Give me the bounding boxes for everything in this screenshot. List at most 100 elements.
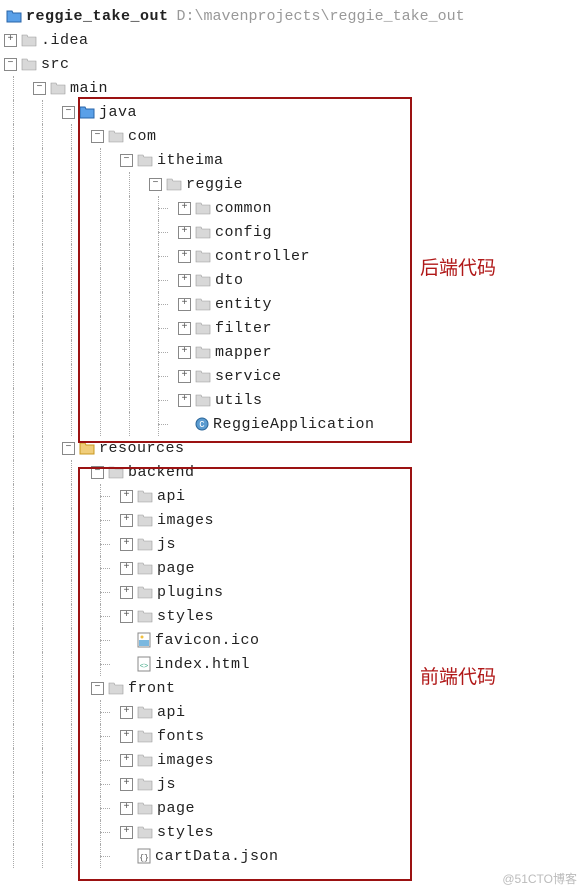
tree-row-root[interactable]: reggie_take_out D:\mavenprojects\reggie_… bbox=[4, 4, 585, 28]
collapse-toggle[interactable]: − bbox=[33, 82, 46, 95]
folder-icon bbox=[137, 753, 153, 767]
tree-row-java[interactable]: − java bbox=[4, 100, 585, 124]
tree-row-cartdata[interactable]: cartData.json bbox=[4, 844, 585, 868]
expand-toggle[interactable]: + bbox=[178, 250, 191, 263]
folder-icon bbox=[79, 441, 95, 455]
folder-icon bbox=[6, 9, 22, 23]
tree-row-filter[interactable]: + filter bbox=[4, 316, 585, 340]
node-label: utils bbox=[215, 392, 263, 409]
expand-toggle[interactable]: + bbox=[178, 370, 191, 383]
expand-toggle[interactable]: + bbox=[178, 226, 191, 239]
tree-row-js[interactable]: + js bbox=[4, 532, 585, 556]
json-file-icon bbox=[137, 848, 151, 864]
expand-toggle[interactable]: + bbox=[120, 802, 133, 815]
node-label: images bbox=[157, 512, 214, 529]
node-label: page bbox=[157, 560, 195, 577]
expand-toggle[interactable]: + bbox=[120, 562, 133, 575]
collapse-toggle[interactable]: − bbox=[4, 58, 17, 71]
node-label: index.html bbox=[155, 656, 250, 673]
tree-row-idea[interactable]: + .idea bbox=[4, 28, 585, 52]
expand-toggle[interactable]: + bbox=[120, 610, 133, 623]
expand-toggle[interactable]: + bbox=[120, 730, 133, 743]
folder-icon bbox=[137, 537, 153, 551]
collapse-toggle[interactable]: − bbox=[62, 106, 75, 119]
tree-row-styles[interactable]: + styles bbox=[4, 604, 585, 628]
expand-toggle[interactable]: + bbox=[178, 394, 191, 407]
tree-row-favicon[interactable]: favicon.ico bbox=[4, 628, 585, 652]
expand-toggle[interactable]: + bbox=[120, 514, 133, 527]
tree-row-page[interactable]: + page bbox=[4, 556, 585, 580]
tree-row-mapper[interactable]: + mapper bbox=[4, 340, 585, 364]
tree-row-reggie[interactable]: − reggie bbox=[4, 172, 585, 196]
tree-row-backend[interactable]: − backend bbox=[4, 460, 585, 484]
tree-row-front[interactable]: − front bbox=[4, 676, 585, 700]
tree-row-images[interactable]: + images bbox=[4, 508, 585, 532]
expand-toggle[interactable]: + bbox=[120, 490, 133, 503]
tree-row-src[interactable]: − src bbox=[4, 52, 585, 76]
tree-row-controller[interactable]: + controller bbox=[4, 244, 585, 268]
tree-row-com[interactable]: − com bbox=[4, 124, 585, 148]
expand-toggle[interactable]: + bbox=[120, 586, 133, 599]
tree-row-styles2[interactable]: + styles bbox=[4, 820, 585, 844]
folder-icon bbox=[137, 825, 153, 839]
folder-icon bbox=[137, 513, 153, 527]
expand-toggle[interactable]: + bbox=[120, 778, 133, 791]
tree-row-images2[interactable]: + images bbox=[4, 748, 585, 772]
annotation-frontend: 前端代码 bbox=[420, 662, 496, 689]
collapse-toggle[interactable]: − bbox=[91, 466, 104, 479]
class-icon bbox=[195, 416, 209, 432]
collapse-toggle[interactable]: − bbox=[91, 682, 104, 695]
annotation-backend: 后端代码 bbox=[420, 253, 496, 280]
html-file-icon bbox=[137, 656, 151, 672]
expand-toggle[interactable]: + bbox=[178, 202, 191, 215]
expand-toggle[interactable]: + bbox=[178, 346, 191, 359]
tree-row-fonts[interactable]: + fonts bbox=[4, 724, 585, 748]
node-label: java bbox=[99, 104, 137, 121]
folder-icon bbox=[195, 345, 211, 359]
collapse-toggle[interactable]: − bbox=[120, 154, 133, 167]
expand-toggle[interactable]: + bbox=[178, 298, 191, 311]
tree-row-service[interactable]: + service bbox=[4, 364, 585, 388]
collapse-toggle[interactable]: − bbox=[62, 442, 75, 455]
tree-row-indexhtml[interactable]: index.html bbox=[4, 652, 585, 676]
tree-row-plugins[interactable]: + plugins bbox=[4, 580, 585, 604]
expand-toggle[interactable]: + bbox=[4, 34, 17, 47]
tree-row-dto[interactable]: + dto bbox=[4, 268, 585, 292]
collapse-toggle[interactable]: − bbox=[149, 178, 162, 191]
tree-row-itheima[interactable]: − itheima bbox=[4, 148, 585, 172]
image-file-icon bbox=[137, 632, 151, 648]
tree-row-resources[interactable]: − resources bbox=[4, 436, 585, 460]
tree-row-config[interactable]: + config bbox=[4, 220, 585, 244]
folder-icon bbox=[21, 33, 37, 47]
collapse-toggle[interactable]: − bbox=[91, 130, 104, 143]
expand-toggle[interactable]: + bbox=[120, 538, 133, 551]
node-label: main bbox=[70, 80, 108, 97]
folder-icon bbox=[108, 129, 124, 143]
tree-row-common[interactable]: + common bbox=[4, 196, 585, 220]
expand-toggle[interactable]: + bbox=[178, 322, 191, 335]
folder-icon bbox=[137, 561, 153, 575]
node-label: common bbox=[215, 200, 272, 217]
folder-icon bbox=[79, 105, 95, 119]
expand-toggle[interactable]: + bbox=[178, 274, 191, 287]
node-label: js bbox=[157, 536, 176, 553]
folder-icon bbox=[195, 369, 211, 383]
node-label: mapper bbox=[215, 344, 272, 361]
folder-icon bbox=[195, 297, 211, 311]
node-label: fonts bbox=[157, 728, 205, 745]
tree-row-page2[interactable]: + page bbox=[4, 796, 585, 820]
folder-icon bbox=[137, 585, 153, 599]
tree-row-entity[interactable]: + entity bbox=[4, 292, 585, 316]
tree-row-js2[interactable]: + js bbox=[4, 772, 585, 796]
tree-row-api[interactable]: + api bbox=[4, 484, 585, 508]
tree-row-main[interactable]: − main bbox=[4, 76, 585, 100]
tree-row-reggie-application[interactable]: ReggieApplication bbox=[4, 412, 585, 436]
tree-row-api2[interactable]: + api bbox=[4, 700, 585, 724]
expand-toggle[interactable]: + bbox=[120, 754, 133, 767]
expand-toggle[interactable]: + bbox=[120, 826, 133, 839]
node-label: backend bbox=[128, 464, 195, 481]
node-label: resources bbox=[99, 440, 185, 457]
expand-toggle[interactable]: + bbox=[120, 706, 133, 719]
tree-row-utils[interactable]: + utils bbox=[4, 388, 585, 412]
folder-icon bbox=[195, 273, 211, 287]
